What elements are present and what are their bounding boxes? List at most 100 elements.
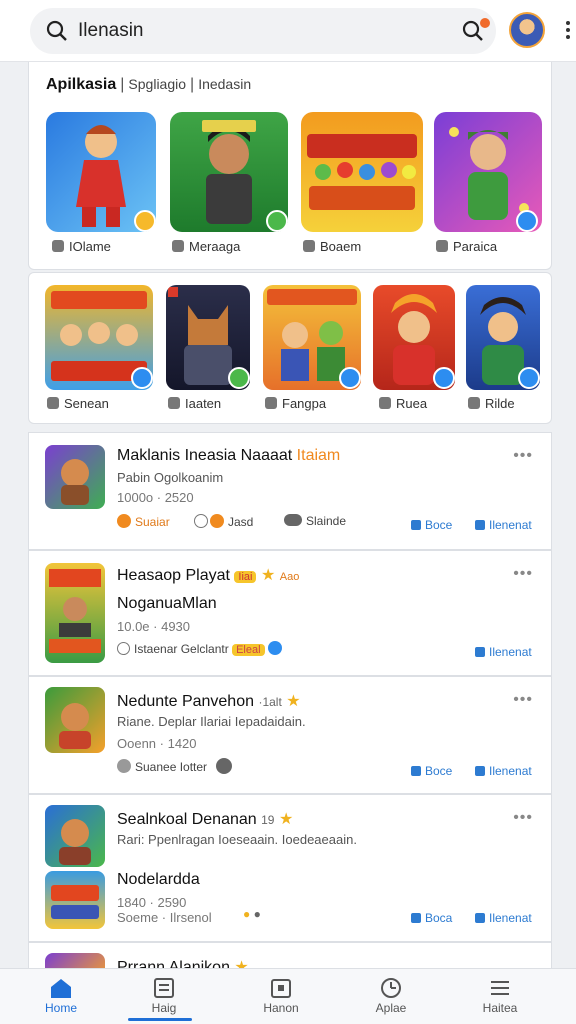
nav-aplae[interactable]: Aplae <box>341 969 441 1024</box>
calendar-icon <box>271 979 291 998</box>
item-label-pill: Iiai <box>234 571 257 583</box>
top-bar <box>0 0 576 62</box>
home-icon <box>51 979 71 998</box>
bottom-nav: Home Haig Hanon Aplae Haitea <box>0 968 576 1024</box>
nav-home[interactable]: Home <box>11 969 111 1024</box>
item-title-secondary: NoganuaMlan <box>117 595 217 612</box>
users-icon <box>284 514 302 526</box>
item-thumbnail <box>45 805 105 867</box>
app-label: Rilde <box>468 396 515 411</box>
app-label: Paraica <box>436 239 497 254</box>
star-icon: ★ <box>286 693 301 710</box>
featured-section: Senean Iaaten Fangpa Ruea Rilde <box>28 272 552 424</box>
avatar[interactable] <box>509 12 545 48</box>
more-options-icon[interactable]: ••• <box>513 565 533 583</box>
app-label: Ruea <box>379 396 427 411</box>
item-title: Nedunte Panvehon ·1alt ★ <box>117 693 301 710</box>
app-label: Senean <box>47 396 109 411</box>
thumb-icon <box>475 766 485 776</box>
like-button[interactable]: Boce <box>411 764 452 778</box>
globe-icon <box>265 397 277 409</box>
item-meta-secondary: Soeme · Ilrsenol <box>117 910 212 925</box>
interest-button[interactable]: Ilenenat <box>475 764 532 778</box>
globe-icon <box>117 759 131 773</box>
like-button[interactable]: Boce <box>411 518 452 532</box>
thumb-icon <box>475 520 485 530</box>
app-badge <box>134 210 156 232</box>
app-badge <box>228 367 250 389</box>
nav-haitea[interactable]: Haitea <box>450 969 550 1024</box>
nav-haig[interactable]: Haig <box>114 969 214 1024</box>
list-item[interactable]: Maklanis Ineasia Naaaat Itaiam Pabin Ogo… <box>28 432 552 550</box>
app-label: IOlame <box>52 239 111 254</box>
nav-label: Haig <box>151 1001 177 1015</box>
item-tag[interactable]: Istaenar Gelclantr Eleal <box>117 641 282 656</box>
star-icon: ★ <box>260 567 276 584</box>
more-options-icon[interactable] <box>566 18 576 44</box>
group-icon <box>168 397 180 409</box>
orange-icon <box>210 514 224 528</box>
more-options-icon[interactable]: ••• <box>513 809 533 827</box>
verified-icon <box>267 641 282 655</box>
nav-label: Aplae <box>375 1001 407 1015</box>
interest-button[interactable]: Ilenenat <box>475 518 532 532</box>
add-icon <box>216 758 233 774</box>
item-title: Maklanis Ineasia Naaaat Itaiam <box>117 447 341 464</box>
thumb-icon <box>411 913 421 923</box>
item-tag[interactable]: Slainde <box>284 514 346 528</box>
item-reactions[interactable]: ● ● <box>243 907 261 921</box>
interest-button[interactable]: Ilenenat <box>475 645 532 659</box>
item-tag[interactable]: Jasd <box>194 514 253 529</box>
thumb-icon <box>411 520 421 530</box>
list-item[interactable]: Nedunte Panvehon ·1alt ★ Riane. Deplar I… <box>28 676 552 794</box>
item-tag[interactable]: Suaiar <box>117 514 170 529</box>
item-subtitle: Riane. Deplar Ilariai Iepadaidain. <box>117 714 306 729</box>
item-meta: 10.0e · 4930 <box>117 619 191 634</box>
section-title: Apilkasia | Spgliagio | Inedasin <box>46 76 252 93</box>
nav-label: Hanon <box>263 1001 299 1015</box>
circle-icon <box>194 514 208 528</box>
item-thumbnail <box>45 445 105 509</box>
app-label: Iaaten <box>168 396 221 411</box>
app-label: Boaem <box>303 239 361 254</box>
book-icon <box>379 397 391 409</box>
share-icon <box>47 397 59 409</box>
nav-label: Haitea <box>482 1001 518 1015</box>
app-badge <box>516 210 538 232</box>
app-label: Fangpa <box>265 396 326 411</box>
search-bar[interactable] <box>30 8 496 54</box>
home-icon <box>468 397 480 409</box>
thumb-icon <box>411 766 421 776</box>
list-item[interactable]: Sealnkoal Denanan 19 ★ Rari: Ppenlragan … <box>28 794 552 942</box>
home-icon <box>52 240 64 252</box>
like-button[interactable]: Boca <box>411 911 452 925</box>
circle-icon <box>117 642 130 655</box>
thumb-icon <box>475 647 485 657</box>
item-tag[interactable]: Suanee Iotter <box>117 758 233 774</box>
item-thumbnail-secondary <box>45 871 105 929</box>
search-input[interactable] <box>78 18 438 44</box>
grid-icon <box>154 978 174 998</box>
more-options-icon[interactable]: ••• <box>513 447 533 465</box>
list-item[interactable]: Heasaop Playat Iiai ★ Aao NoganuaMlan 10… <box>28 550 552 676</box>
item-subtitle: Rari: Ppenlragan Ioeseaain. Ioedeaeaain. <box>117 832 357 847</box>
app-badge <box>131 367 153 389</box>
nav-hanon[interactable]: Hanon <box>231 969 331 1024</box>
orange-icon <box>117 514 131 528</box>
item-title: Sealnkoal Denanan 19 ★ <box>117 811 294 828</box>
interest-button[interactable]: Ilenenat <box>475 911 532 925</box>
item-subtitle: Pabin Ogolkoanim <box>117 470 224 485</box>
app-image <box>301 112 423 232</box>
chat-icon <box>303 240 315 252</box>
clock-icon <box>381 978 401 998</box>
item-thumbnail <box>45 563 105 663</box>
item-thumbnail <box>45 687 105 753</box>
more-options-icon[interactable]: ••• <box>513 691 533 709</box>
item-meta: 1000o · 2520 <box>117 490 194 505</box>
add-icon: ● <box>253 907 261 921</box>
notification-dot <box>478 16 492 30</box>
item-title: Heasaop Playat Iiai ★ Aao <box>117 567 300 584</box>
active-tab-indicator <box>128 1018 192 1021</box>
nav-label: Home <box>44 1001 77 1015</box>
star-icon: ★ <box>278 811 294 828</box>
